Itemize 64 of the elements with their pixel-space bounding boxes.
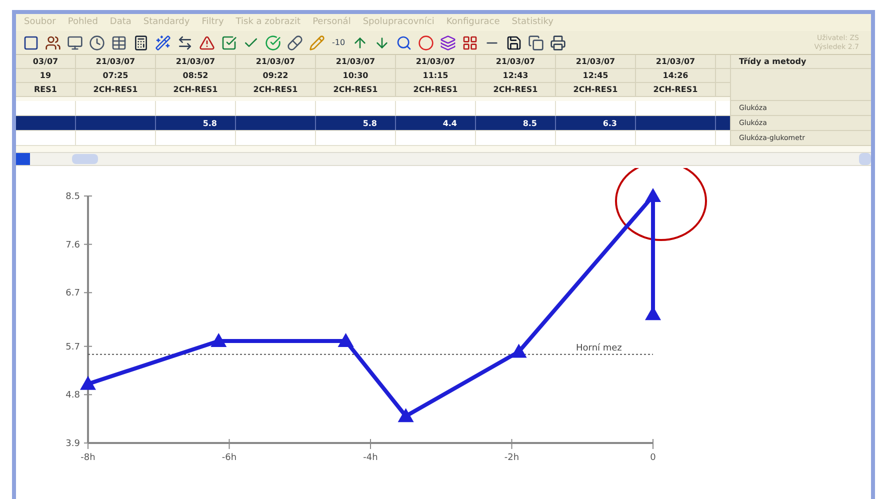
triangle-marker: [338, 332, 354, 347]
column-header: 21/03/07: [76, 55, 156, 68]
x-tick-label: -6h: [222, 453, 237, 463]
menu-item[interactable]: Tisk a zobrazit: [236, 16, 301, 30]
triangle-marker: [80, 376, 96, 390]
triangle-marker: [398, 408, 414, 422]
triangle-marker: [510, 344, 527, 358]
menu-item[interactable]: Pohled: [68, 16, 98, 30]
column-header: 2CH-RES1: [396, 83, 476, 96]
column-header: 12:43: [476, 69, 556, 82]
x-tick-label: -8h: [80, 453, 96, 463]
menu-item[interactable]: Spolupracovníci: [362, 16, 434, 30]
column-header: 11:15: [396, 69, 476, 82]
scrollbar[interactable]: [16, 152, 871, 166]
y-tick-label: 4.8: [66, 390, 80, 401]
column-header: 07:25: [76, 69, 156, 82]
x-tick-label: -4h: [363, 453, 378, 463]
column-header: 12:45: [556, 69, 636, 82]
menu-item[interactable]: Soubor: [24, 16, 56, 30]
table-cell: 8.5: [476, 116, 556, 130]
column-header: 14:26: [636, 69, 716, 82]
menu-item[interactable]: Konfigurace: [446, 16, 500, 30]
column-header: 09:22: [236, 69, 316, 82]
column-header: 21/03/07: [636, 55, 716, 68]
table-cell: 5.8: [316, 116, 396, 130]
menu-item[interactable]: Personál: [312, 16, 351, 30]
table-cell: 6.3: [556, 116, 636, 130]
column-header: 19: [16, 69, 76, 82]
column-header: 21/03/07: [236, 55, 316, 68]
x-tick-label: 0: [650, 453, 656, 463]
toolbar-button[interactable]: -10: [328, 36, 350, 48]
limit-label: Horní mez: [576, 343, 622, 354]
column-header: 21/03/07: [156, 55, 236, 68]
y-tick-label: 5.7: [66, 342, 80, 352]
column-header: RES1: [16, 83, 76, 96]
y-tick-label: 3.9: [66, 439, 80, 449]
column-header: 2CH-RES1: [556, 83, 636, 96]
table-cell: 4.4: [396, 116, 476, 130]
column-header: 2CH-RES1: [636, 83, 716, 96]
column-header: 2CH-RES1: [76, 83, 156, 96]
table-cell: 5.8: [156, 116, 236, 130]
y-tick-label: 8.5: [66, 192, 80, 202]
side-header: Třídy a metody: [731, 55, 871, 69]
y-tick-label: 7.6: [66, 240, 80, 250]
triangle-marker: [210, 332, 227, 347]
menu-item[interactable]: Filtry: [202, 16, 224, 30]
menu-item[interactable]: Data: [110, 16, 132, 30]
column-header: 21/03/07: [556, 55, 636, 68]
column-header: 21/03/07: [476, 55, 556, 68]
menu-item[interactable]: Standardy: [143, 16, 190, 30]
column-header: 08:52: [156, 69, 236, 82]
triangle-marker: [645, 188, 661, 202]
y-tick-label: 6.7: [66, 288, 80, 299]
column-header: 21/03/07: [316, 55, 396, 68]
column-header: 10:30: [316, 69, 396, 82]
x-tick-label: -2h: [504, 453, 520, 463]
column-header: 03/07: [16, 55, 76, 68]
menu-item[interactable]: Statistiky: [512, 16, 554, 30]
column-header: 2CH-RES1: [156, 83, 236, 96]
table-row[interactable]: 5.8 5.8 4.4 8.5 6.3: [16, 116, 730, 131]
column-header: 2CH-RES1: [476, 83, 556, 96]
column-header: 21/03/07: [396, 55, 476, 68]
column-header: 2CH-RES1: [316, 83, 396, 96]
column-header: 2CH-RES1: [236, 83, 316, 96]
